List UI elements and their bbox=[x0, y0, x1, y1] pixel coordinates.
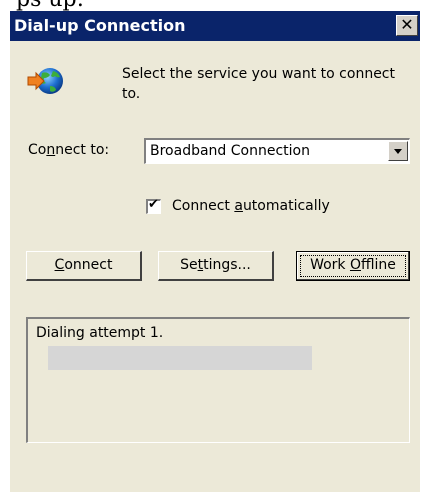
focus-rectangle bbox=[300, 255, 406, 277]
cropped-caption-text: ps up: bbox=[16, 0, 84, 11]
window-title: Dial-up Connection bbox=[14, 16, 186, 35]
connect-automatically-label[interactable]: Connect automatically bbox=[172, 197, 330, 215]
settings-button[interactable]: Settings... bbox=[158, 251, 274, 281]
connection-select[interactable]: Broadband Connection bbox=[144, 138, 410, 164]
status-log: Dialing attempt 1. bbox=[26, 317, 410, 443]
dialup-connection-dialog: Dial-up Connection ✕ Select the service … bbox=[10, 11, 420, 492]
redacted-status-line bbox=[48, 346, 312, 370]
close-button[interactable]: ✕ bbox=[396, 15, 418, 36]
checkmark-icon: ✔ bbox=[148, 197, 159, 212]
work-offline-button[interactable]: Work Offline bbox=[296, 251, 410, 281]
service-prompt: Select the service you want to connect t… bbox=[122, 66, 395, 102]
close-icon: ✕ bbox=[400, 15, 414, 34]
chevron-down-icon[interactable] bbox=[388, 141, 408, 161]
status-line: Dialing attempt 1. bbox=[36, 325, 164, 341]
connect-automatically-checkbox[interactable]: ✔ bbox=[146, 197, 161, 214]
title-bar: Dial-up Connection ✕ bbox=[10, 11, 420, 41]
dialup-connection-icon bbox=[27, 68, 63, 94]
connect-to-label: Connect to: bbox=[28, 142, 110, 158]
connection-select-value: Broadband Connection bbox=[150, 143, 310, 159]
connect-button[interactable]: Connect bbox=[26, 251, 142, 281]
